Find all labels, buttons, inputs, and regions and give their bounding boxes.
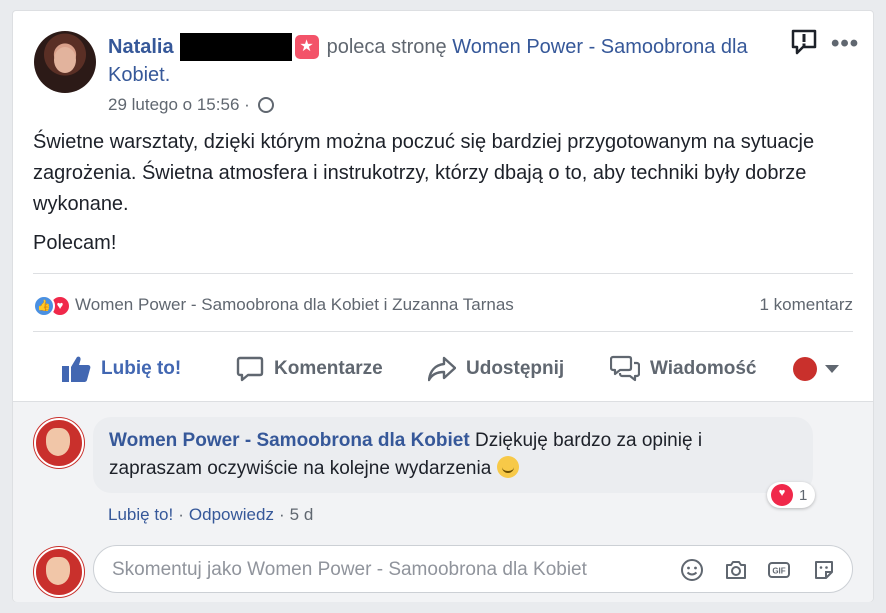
more-options-icon[interactable]: ••• — [831, 30, 859, 58]
like-button-label: Lubię to! — [101, 358, 182, 379]
gif-icon[interactable]: GIF — [767, 558, 791, 582]
share-button[interactable]: Udostępnij — [428, 351, 564, 387]
post-body: Świetne warsztaty, dzięki którym można p… — [33, 127, 863, 267]
comment-like-link[interactable]: Lubię to! — [108, 505, 173, 524]
comments-section: Women Power - Samoobrona dla Kobiet Dzię… — [13, 401, 873, 602]
like-button[interactable]: Lubię to! — [61, 351, 181, 387]
post-meta: 29 lutego o 15:56 · — [108, 95, 274, 115]
post-timestamp[interactable]: 29 lutego o 15:56 — [108, 95, 239, 114]
post-card: Natalia ★ poleca stronę Women Power - Samo… — [12, 10, 874, 602]
composer-avatar — [34, 547, 84, 597]
share-button-label: Udostępnij — [466, 358, 565, 379]
meta-separator: · — [244, 95, 250, 114]
comment-reaction-count: 1 — [799, 486, 808, 504]
smile-emoji-icon — [496, 456, 519, 478]
chevron-down-icon — [825, 365, 839, 373]
page-avatar-small — [793, 357, 817, 381]
link-separator: · — [278, 505, 285, 524]
author-name[interactable]: Natalia — [108, 36, 174, 58]
divider — [33, 331, 853, 332]
recommend-verb: poleca stronę — [326, 36, 447, 58]
post-paragraph: Świetne warsztaty, dzięki którym można p… — [33, 131, 815, 215]
author-avatar[interactable] — [34, 31, 96, 93]
like-reaction-icon: 👍 — [33, 294, 55, 317]
comment-composer: GIF — [93, 545, 853, 593]
comment-reply-link[interactable]: Odpowiedz — [189, 505, 274, 524]
share-icon — [428, 356, 456, 382]
reactors-names[interactable]: Women Power - Samoobrona dla Kobiet i Zu… — [75, 295, 514, 314]
comment-actions: Lubię to! · Odpowiedz · 5 d — [108, 505, 313, 525]
link-separator: · — [178, 505, 184, 524]
thumbs-up-icon — [62, 356, 91, 382]
recommendation-star-icon: ★ — [294, 35, 319, 59]
post-header: Natalia ★ poleca stronę Women Power - Samo… — [108, 33, 798, 89]
redacted-surname — [179, 33, 292, 61]
post-paragraph: Polecam! — [33, 232, 117, 254]
sticker-icon[interactable] — [812, 558, 836, 582]
svg-text:GIF: GIF — [772, 567, 785, 576]
comment-button[interactable]: Komentarze — [236, 351, 383, 387]
comment-button-label: Komentarze — [274, 358, 383, 379]
love-reaction-icon: ♥ — [771, 484, 793, 506]
comment-bubble: Women Power - Samoobrona dla Kobiet Dzię… — [93, 417, 813, 493]
camera-icon[interactable] — [724, 558, 748, 582]
report-icon[interactable] — [789, 27, 819, 57]
message-button-label: Wiadomość — [650, 358, 757, 379]
comment-author[interactable]: Women Power - Samoobrona dla Kobiet — [109, 430, 470, 451]
reaction-identity-selector[interactable] — [793, 351, 839, 387]
message-icon — [610, 355, 640, 382]
comment-age[interactable]: 5 d — [290, 505, 314, 524]
commenter-avatar[interactable] — [34, 418, 84, 468]
comment-input[interactable] — [110, 557, 654, 583]
public-globe-icon[interactable] — [257, 97, 274, 113]
comment-reaction-badge[interactable]: ♥ 1 — [767, 482, 816, 508]
comment-count[interactable]: 1 komentarz — [759, 293, 853, 317]
action-bar: Lubię to! Komentarze Udostępnij Wiadomoś… — [33, 351, 853, 387]
reactions-summary[interactable]: 👍 ♥ Women Power - Samoobrona dla Kobiet i … — [33, 293, 514, 317]
divider — [33, 273, 853, 274]
comment-icon — [236, 356, 264, 382]
emoji-icon[interactable] — [680, 558, 704, 582]
message-button[interactable]: Wiadomość — [610, 351, 756, 387]
